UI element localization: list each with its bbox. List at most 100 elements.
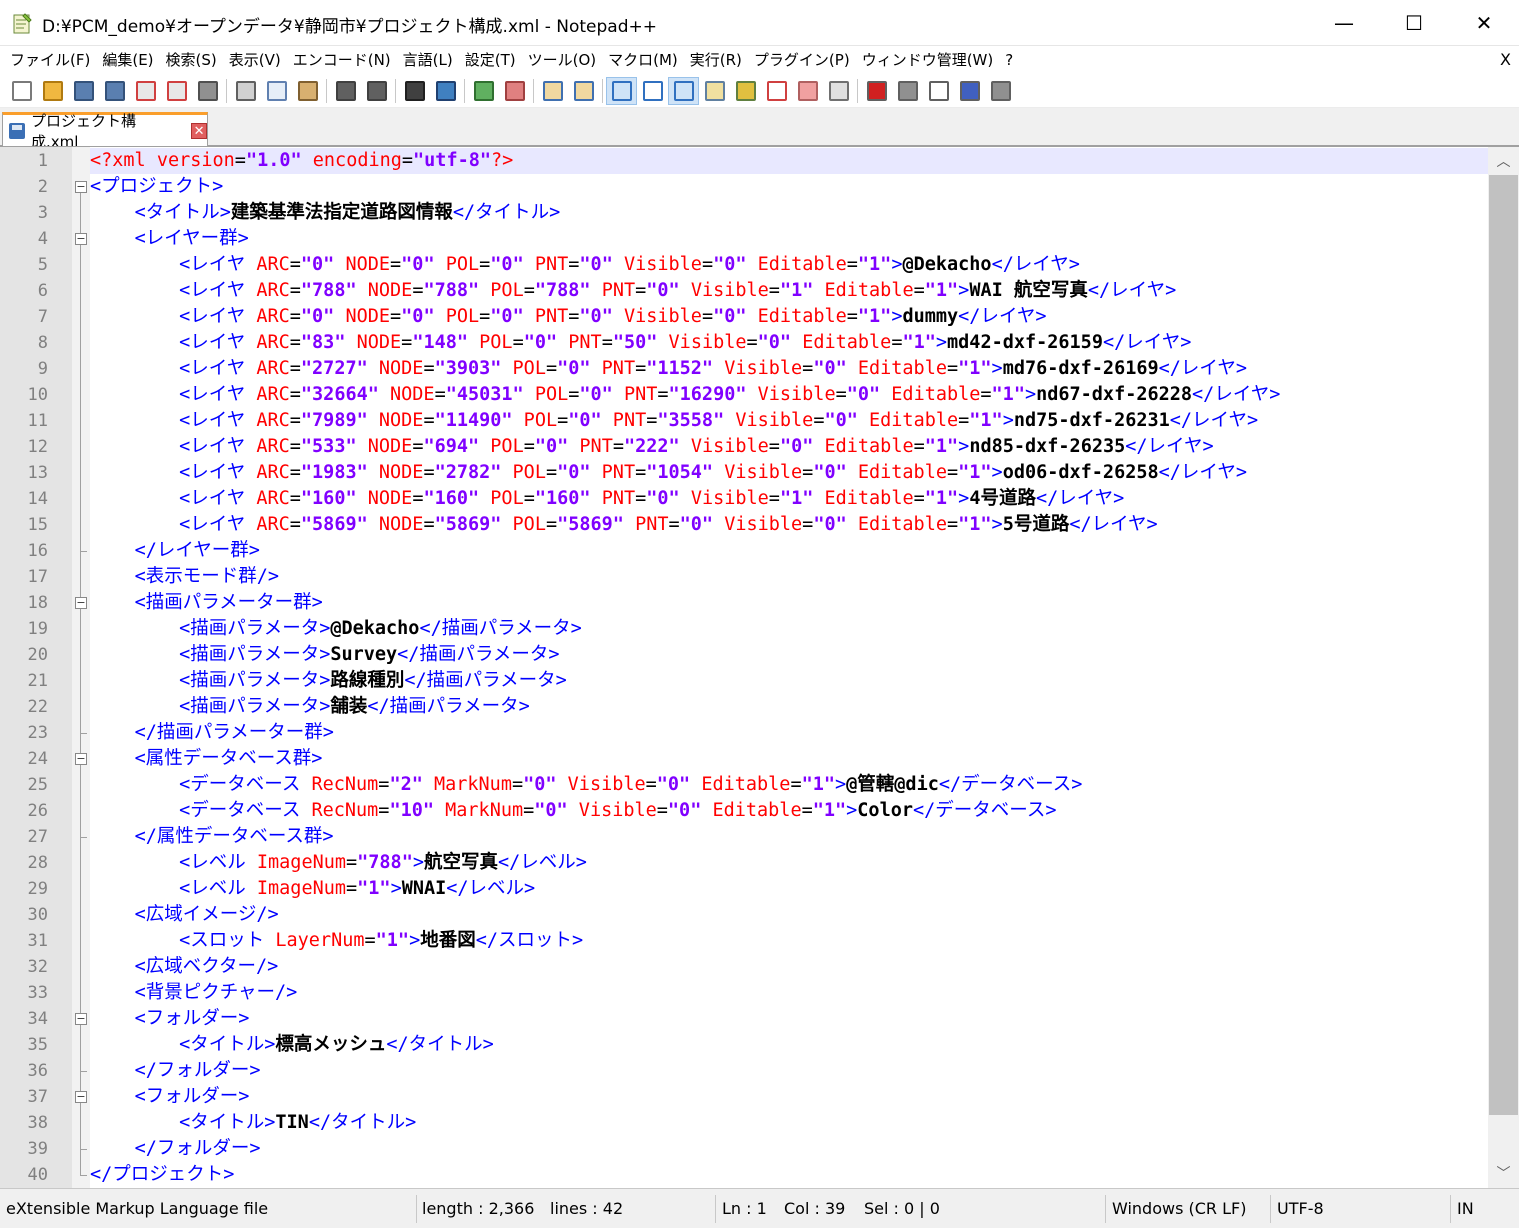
code-line[interactable]: <レベル ImageNum="788">航空写真</レベル> — [90, 850, 587, 876]
open-file-button[interactable] — [37, 77, 68, 105]
indent-guide-button[interactable] — [668, 76, 699, 105]
code-line[interactable]: <レイヤ ARC="160" NODE="160" POL="160" PNT=… — [90, 486, 1124, 512]
code-line[interactable]: <レイヤ ARC="788" NODE="788" POL="788" PNT=… — [90, 278, 1176, 304]
menu-item[interactable]: ? — [999, 46, 1019, 74]
save-all-button[interactable] — [99, 77, 130, 105]
menu-item[interactable]: 言語(L) — [397, 46, 459, 74]
code-line[interactable]: <描画パラメータ>路線種別</描画パラメータ> — [90, 668, 567, 694]
code-line[interactable]: <フォルダー> — [90, 1084, 250, 1110]
run-macro-multiple-button[interactable] — [954, 77, 985, 105]
close-document-button[interactable]: X — [1500, 46, 1511, 74]
sync-horizontal-button[interactable] — [568, 77, 599, 105]
code-line[interactable]: <データベース RecNum="2" MarkNum="0" Visible="… — [90, 772, 1082, 798]
fold-toggle-icon[interactable]: − — [75, 1013, 87, 1025]
editor[interactable]: 1 2 3 4 5 6 7 8 9 10 11 12 13 14 15 16 17 18 19 20 21 22 23 24 2… — [0, 146, 1519, 1189]
code-line[interactable]: <タイトル>建築基準法指定道路図情報</タイトル> — [90, 200, 561, 226]
save-button[interactable] — [68, 77, 99, 105]
code-line[interactable]: <レイヤ ARC="7989" NODE="11490" POL="0" PNT… — [90, 408, 1258, 434]
fold-toggle-icon[interactable]: − — [75, 233, 87, 245]
code-line[interactable]: <レイヤ ARC="533" NODE="694" POL="0" PNT="2… — [90, 434, 1214, 460]
show-all-chars-button[interactable] — [637, 77, 668, 105]
menu-item[interactable]: 実行(R) — [684, 46, 748, 74]
close-button[interactable] — [130, 77, 161, 105]
folder-workspace-button[interactable] — [792, 77, 823, 105]
code-line[interactable]: <描画パラメータ>Survey</描画パラメータ> — [90, 642, 559, 668]
code-line[interactable]: <データベース RecNum="10" MarkNum="0" Visible=… — [90, 798, 1056, 824]
scroll-down-icon[interactable]: ﹀ — [1488, 1161, 1519, 1187]
menu-item[interactable]: ファイル(F) — [4, 46, 96, 74]
zoom-out-button[interactable] — [499, 77, 530, 105]
close-all-button[interactable] — [161, 77, 192, 105]
code-line[interactable]: <レイヤ ARC="32664" NODE="45031" POL="0" PN… — [90, 382, 1280, 408]
monitoring-button[interactable] — [823, 77, 854, 105]
scroll-up-icon[interactable]: ︿ — [1488, 149, 1519, 175]
find-button[interactable] — [399, 77, 430, 105]
maximize-button[interactable]: ☐ — [1379, 0, 1449, 46]
menu-item[interactable]: ウィンドウ管理(W) — [856, 46, 1000, 74]
menu-item[interactable]: 編集(E) — [96, 46, 159, 74]
print-button[interactable] — [192, 77, 223, 105]
code-line[interactable]: </フォルダー> — [90, 1136, 261, 1162]
replace-button[interactable] — [430, 77, 461, 105]
code-line[interactable]: <描画パラメータ>@Dekacho</描画パラメータ> — [90, 616, 582, 642]
menu-item[interactable]: プラグイン(P) — [748, 46, 856, 74]
code-line[interactable]: </描画パラメーター群> — [90, 720, 334, 746]
code-line[interactable]: <レイヤ ARC="0" NODE="0" POL="0" PNT="0" Vi… — [90, 252, 1080, 278]
undo-button[interactable] — [330, 77, 361, 105]
fold-toggle-icon[interactable]: − — [75, 181, 87, 193]
tab-close-icon[interactable]: ✕ — [191, 122, 208, 139]
code-line[interactable]: <属性データベース群> — [90, 746, 323, 772]
code-line[interactable]: <レイヤー群> — [90, 226, 249, 252]
function-list-button[interactable] — [761, 77, 792, 105]
fold-toggle-icon[interactable]: − — [75, 597, 87, 609]
code-line[interactable]: <描画パラメーター群> — [90, 590, 323, 616]
word-wrap-button[interactable] — [606, 76, 637, 105]
code-line[interactable]: <描画パラメータ>舗装</描画パラメータ> — [90, 694, 530, 720]
copy-button[interactable] — [261, 77, 292, 105]
code-line[interactable]: </レイヤー群> — [90, 538, 260, 564]
menu-item[interactable]: 検索(S) — [160, 46, 223, 74]
minimize-button[interactable]: — — [1309, 0, 1379, 46]
play-macro-button[interactable] — [923, 77, 954, 105]
code-line[interactable]: </属性データベース群> — [90, 824, 334, 850]
close-window-button[interactable]: ✕ — [1449, 0, 1519, 46]
zoom-in-button[interactable] — [468, 77, 499, 105]
menu-item[interactable]: エンコード(N) — [287, 46, 397, 74]
code-line[interactable]: <スロット LayerNum="1">地番図</スロット> — [90, 928, 583, 954]
fold-toggle-icon[interactable]: − — [75, 1091, 87, 1103]
stop-record-button[interactable] — [892, 77, 923, 105]
code-line[interactable]: <背景ピクチャー/> — [90, 980, 298, 1006]
menu-item[interactable]: 表示(V) — [223, 46, 287, 74]
code-line[interactable]: <表示モード群/> — [90, 564, 279, 590]
code-area[interactable]: <?xml version="1.0" encoding="utf-8"?> <プ… — [90, 147, 1488, 1189]
record-macro-button[interactable] — [861, 77, 892, 105]
scrollbar-thumb[interactable] — [1489, 175, 1518, 1115]
vertical-scrollbar[interactable]: ︿ ﹀ — [1488, 147, 1519, 1189]
code-line[interactable]: <レイヤ ARC="5869" NODE="5869" POL="5869" P… — [90, 512, 1158, 538]
code-line[interactable]: <レイヤ ARC="2727" NODE="3903" POL="0" PNT=… — [90, 356, 1247, 382]
paste-button[interactable] — [292, 77, 323, 105]
doc-map-button[interactable] — [730, 77, 761, 105]
code-line[interactable]: <レイヤ ARC="0" NODE="0" POL="0" PNT="0" Vi… — [90, 304, 1046, 330]
menu-item[interactable]: マクロ(M) — [602, 46, 684, 74]
code-line[interactable]: <レベル ImageNum="1">WNAI</レベル> — [90, 876, 535, 902]
code-line[interactable]: <タイトル>標高メッシュ</タイトル> — [90, 1032, 494, 1058]
save-macro-button[interactable] — [985, 77, 1016, 105]
tab-document[interactable]: プロジェクト構成.xml ✕ — [2, 112, 208, 151]
code-line[interactable]: <タイトル>TIN</タイトル> — [90, 1110, 416, 1136]
sync-vertical-button[interactable] — [537, 77, 568, 105]
code-line[interactable]: <?xml version="1.0" encoding="utf-8"?> — [90, 148, 513, 174]
code-line[interactable]: </プロジェクト> — [90, 1162, 234, 1188]
code-line[interactable]: <広域イメージ/> — [90, 902, 279, 928]
fold-toggle-icon[interactable]: − — [75, 753, 87, 765]
code-line[interactable]: <フォルダー> — [90, 1006, 250, 1032]
cut-button[interactable] — [230, 77, 261, 105]
code-line[interactable]: <広域ベクター/> — [90, 954, 279, 980]
udl-button[interactable] — [699, 77, 730, 105]
code-line[interactable]: </フォルダー> — [90, 1058, 261, 1084]
menu-item[interactable]: ツール(O) — [522, 46, 603, 74]
menu-item[interactable]: 設定(T) — [459, 46, 522, 74]
redo-button[interactable] — [361, 77, 392, 105]
code-line[interactable]: <プロジェクト> — [90, 174, 223, 200]
new-file-button[interactable] — [6, 77, 37, 105]
